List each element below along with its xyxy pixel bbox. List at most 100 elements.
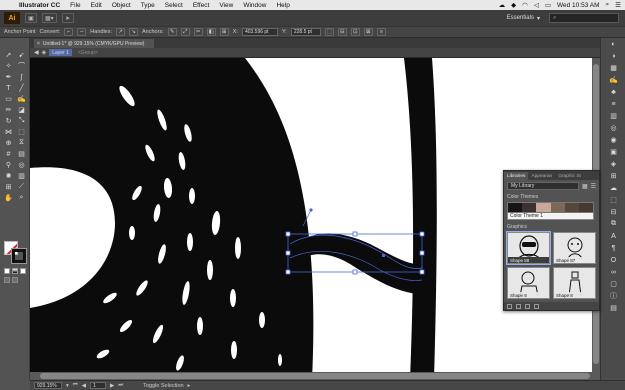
previous-artboard-icon[interactable]: ◀ [82, 383, 86, 389]
menu-help[interactable]: Help [271, 2, 294, 9]
shape-builder-tool-icon[interactable]: ⊕ [3, 138, 14, 148]
show-handles-icon[interactable]: ↗ [116, 28, 126, 36]
wifi-icon[interactable]: ◠ [522, 1, 528, 9]
artboard-number-field[interactable]: 1 [89, 382, 106, 389]
theme-swatch[interactable] [578, 203, 594, 212]
menu-edit[interactable]: Edit [86, 2, 107, 9]
stock-search-input[interactable]: ⌕ [549, 13, 619, 23]
menu-effect[interactable]: Effect [188, 2, 215, 9]
workspace-switcher[interactable]: Essentials ▾ [507, 15, 544, 22]
swatches-panel-icon[interactable]: ▦ [601, 62, 625, 74]
libraries-panel-icon[interactable]: ☁ [601, 182, 625, 194]
resize-handle[interactable] [285, 250, 291, 256]
artboard-tool-icon[interactable]: ⊞ [3, 182, 14, 192]
resize-handle[interactable] [352, 269, 358, 275]
color-panel-icon[interactable]: ◐ [601, 38, 625, 50]
menu-file[interactable]: File [65, 2, 85, 9]
resize-handle[interactable] [419, 231, 425, 237]
symbols-panel-icon[interactable]: ♣ [601, 86, 625, 98]
gradient-panel-icon[interactable]: ▥ [601, 110, 625, 122]
artboards-panel-icon[interactable]: ⊞ [601, 170, 625, 182]
direct-selection-tool-icon[interactable]: ➹ [16, 50, 27, 60]
menu-view[interactable]: View [214, 2, 238, 9]
last-artboard-icon[interactable]: ⏭ [118, 382, 123, 389]
hide-handles-icon[interactable]: ↘ [129, 28, 139, 36]
distribute-icon[interactable]: ⊠ [363, 28, 373, 36]
scroll-thumb[interactable] [40, 373, 590, 379]
align-panel-icon[interactable]: ⊟ [601, 206, 625, 218]
eraser-tool-icon[interactable]: ◪ [16, 105, 27, 115]
hand-tool-icon[interactable]: ✋ [3, 193, 14, 203]
color-theme-name[interactable]: Color Theme 1 [507, 213, 594, 220]
resize-handle[interactable] [352, 231, 358, 237]
first-artboard-icon[interactable]: ⏮ [73, 382, 78, 389]
width-tool-icon[interactable]: ⋈ [3, 127, 14, 137]
list-view-icon[interactable]: ☰ [591, 183, 596, 190]
pencil-tool-icon[interactable]: ✏ [3, 105, 14, 115]
menu-object[interactable]: Object [107, 2, 136, 9]
paragraph-panel-icon[interactable]: ¶ [601, 242, 625, 254]
links-panel-icon[interactable]: ∞ [601, 266, 625, 278]
eyedropper-tool-icon[interactable]: ⚲ [3, 160, 14, 170]
fill-stroke-control[interactable] [4, 241, 27, 264]
x-field[interactable]: 403.596 pt [241, 28, 278, 36]
free-transform-tool-icon[interactable]: ⬚ [16, 127, 27, 137]
theme-swatch[interactable] [564, 203, 579, 212]
cc-sync-icon[interactable] [507, 303, 512, 309]
none-button[interactable] [20, 268, 26, 274]
symbol-sprayer-tool-icon[interactable]: ✺ [3, 171, 14, 181]
remove-anchor-icon[interactable]: ✎ [167, 28, 177, 36]
creative-cloud-icon[interactable]: ☁ [499, 1, 506, 9]
lasso-tool-icon[interactable]: ⌒ [16, 61, 27, 71]
library-dropdown[interactable]: My Library [507, 182, 579, 190]
color-guide-icon[interactable]: ◑ [601, 50, 625, 62]
navigator-panel-icon[interactable]: ▢ [601, 278, 625, 290]
transparency-panel-icon[interactable]: ◎ [601, 122, 625, 134]
perspective-grid-tool-icon[interactable]: ⧖ [16, 138, 27, 148]
document-tab[interactable]: × Untitled-1* @ 929.15% (CMYK/GPU Previe… [34, 39, 154, 48]
volume-icon[interactable]: ◁ [534, 1, 539, 9]
connect-anchor-icon[interactable]: ⤢ [180, 28, 190, 36]
notification-center-icon[interactable]: ☰ [615, 1, 621, 9]
dropbox-icon[interactable]: ◆ [511, 1, 516, 9]
magic-wand-tool-icon[interactable]: ✧ [3, 61, 14, 71]
opentype-panel-icon[interactable]: O [601, 254, 625, 266]
pathfinder-panel-icon[interactable]: ⧉ [601, 218, 625, 230]
blend-tool-icon[interactable]: ◎ [16, 160, 27, 170]
resize-handle[interactable] [419, 250, 425, 256]
resize-handle[interactable] [285, 231, 291, 237]
zoom-field[interactable]: 929.15% [34, 382, 62, 389]
character-panel-icon[interactable]: A [601, 230, 625, 242]
bridge-button[interactable]: ▣ [25, 13, 37, 23]
draw-behind-icon[interactable] [12, 277, 18, 283]
grid-view-icon[interactable]: ▦ [582, 183, 588, 190]
cut-path-icon[interactable]: ✂ [193, 28, 203, 36]
theme-swatch[interactable] [550, 203, 565, 212]
back-arrow-icon[interactable]: ◀ [34, 49, 39, 56]
theme-swatch[interactable] [508, 203, 523, 212]
graphic-item[interactable]: Shape 8 [553, 267, 596, 299]
convert-smooth-icon[interactable]: ∽ [77, 28, 87, 36]
tab-appearance[interactable]: Appearan [528, 172, 555, 180]
breadcrumb-layer[interactable]: Layer 1 [49, 49, 72, 56]
mesh-tool-icon[interactable]: # [3, 149, 14, 159]
brushes-panel-icon[interactable]: ✍ [601, 74, 625, 86]
horizontal-scrollbar[interactable] [30, 372, 600, 380]
breadcrumb-group[interactable]: <Group> [75, 49, 101, 56]
anchor-point[interactable] [382, 254, 385, 257]
menu-app[interactable]: Illustrator CC [14, 2, 65, 9]
info-panel-icon[interactable]: ⓘ [601, 290, 625, 302]
next-artboard-icon[interactable]: ▶ [110, 383, 114, 389]
graphic-item[interactable]: Shape 87 [553, 232, 596, 264]
delete-icon[interactable] [534, 303, 539, 309]
menu-window[interactable]: Window [238, 2, 271, 9]
isolate-icon[interactable]: ◧ [206, 28, 216, 36]
add-color-icon[interactable] [525, 303, 530, 309]
layers-panel-icon[interactable]: ◈ [601, 158, 625, 170]
line-tool-icon[interactable]: ╱ [16, 83, 27, 93]
close-icon[interactable]: × [37, 41, 40, 47]
chevron-down-icon[interactable]: ▾ [66, 383, 69, 389]
paintbrush-tool-icon[interactable]: ✍ [16, 94, 27, 104]
tool-status[interactable]: Toggle Selection [143, 383, 183, 389]
rotate-tool-icon[interactable]: ↻ [3, 116, 14, 126]
